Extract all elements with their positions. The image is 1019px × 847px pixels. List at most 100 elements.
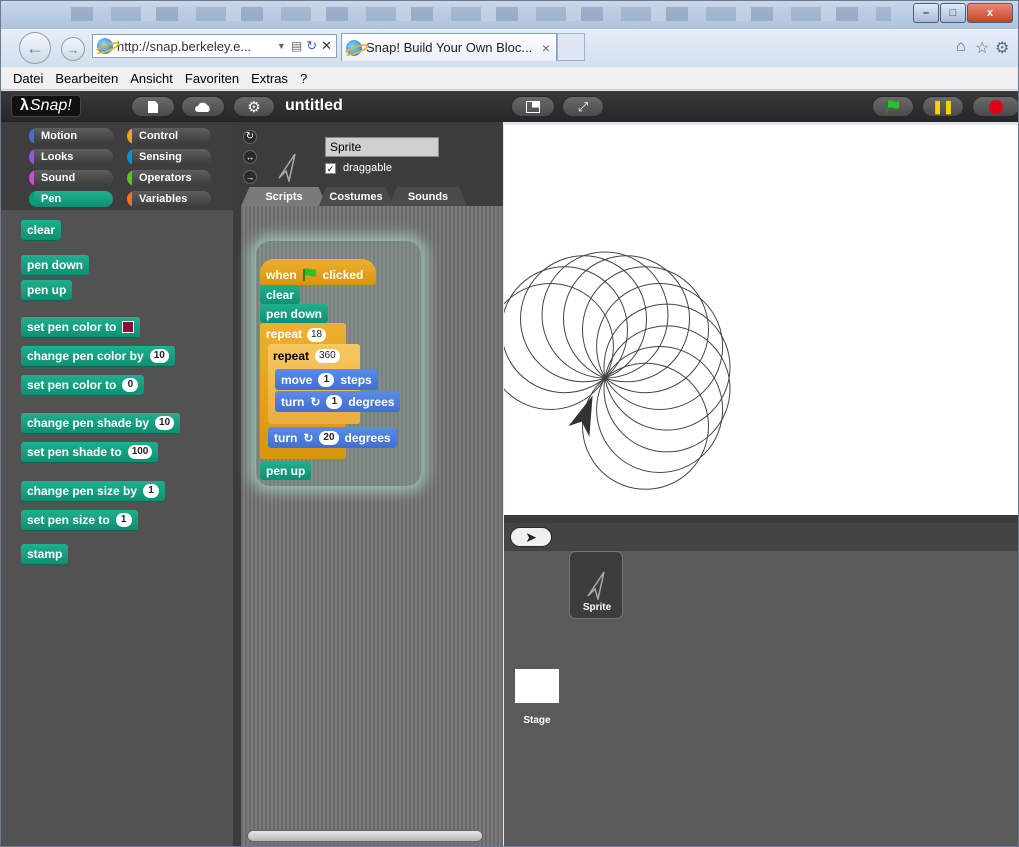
cloud-button[interactable] xyxy=(181,96,225,117)
tab-costumes[interactable]: Costumes xyxy=(319,187,393,206)
menu-favoriten[interactable]: Favoriten xyxy=(185,71,239,86)
search-dropdown-icon[interactable]: ▼ xyxy=(277,41,286,51)
menu-extras[interactable]: Extras xyxy=(251,71,288,86)
repeat-count-slot[interactable]: 360 xyxy=(315,349,340,363)
category-operators[interactable]: Operators xyxy=(127,170,211,186)
block-change-pen-size[interactable]: change pen size by 1 xyxy=(21,481,166,501)
tab-sounds[interactable]: Sounds xyxy=(389,187,467,206)
tab-close-icon[interactable]: × xyxy=(542,40,550,56)
sprite-turtle-arrow xyxy=(568,395,593,437)
refresh-icon[interactable]: ↻ xyxy=(306,38,317,54)
maximize-button[interactable]: □ xyxy=(940,3,966,23)
script-turn-inner[interactable]: turn ↻ 1 degrees xyxy=(275,391,401,412)
stop-icon[interactable]: ✕ xyxy=(321,38,332,54)
sprite-name-field[interactable]: Sprite xyxy=(325,137,439,157)
home-icon[interactable]: ⌂ xyxy=(956,38,966,56)
stage[interactable] xyxy=(486,125,1018,515)
script-turn-outer[interactable]: turn ↻ 20 degrees xyxy=(268,427,397,448)
category-label: Variables xyxy=(139,193,188,205)
menu-ansicht[interactable]: Ansicht xyxy=(130,71,173,86)
block-change-pen-color[interactable]: change pen color by 10 xyxy=(21,346,175,366)
block-label: stamp xyxy=(27,547,63,561)
script-move[interactable]: move 1 steps xyxy=(275,369,378,390)
block-set-pen-shade[interactable]: set pen shade to 100 xyxy=(21,442,159,462)
forward-icon[interactable]: → xyxy=(61,37,85,61)
menu-help[interactable]: ? xyxy=(300,71,307,86)
category-label: Sensing xyxy=(139,151,182,163)
scripts-left-border xyxy=(233,206,241,846)
normal-stage-icon xyxy=(526,100,540,113)
category-motion[interactable]: Motion xyxy=(29,128,113,144)
category-looks[interactable]: Looks xyxy=(29,149,113,165)
number-slot[interactable]: 1 xyxy=(318,372,335,387)
number-slot[interactable]: 1 xyxy=(326,394,343,409)
block-clear[interactable]: clear xyxy=(21,220,62,240)
category-variables[interactable]: Variables xyxy=(127,191,211,207)
script-pen-down[interactable]: pen down xyxy=(260,304,328,323)
tab-title: Snap! Build Your Own Bloc... xyxy=(366,40,533,55)
number-slot[interactable]: 0 xyxy=(122,378,139,392)
close-button[interactable]: x xyxy=(967,3,1013,23)
block-pen-up[interactable]: pen up xyxy=(21,280,73,300)
repeat-count-slot[interactable]: 18 xyxy=(307,328,327,342)
tab-scripts[interactable]: Scripts xyxy=(241,187,327,206)
rotation-style-none-icon[interactable]: → xyxy=(243,170,257,184)
number-slot[interactable]: 10 xyxy=(155,416,175,430)
script-clear[interactable]: clear xyxy=(260,285,301,304)
block-pen-down[interactable]: pen down xyxy=(21,255,89,275)
scripts-horizontal-scrollbar[interactable] xyxy=(247,830,483,842)
number-slot[interactable]: 1 xyxy=(115,513,132,527)
rotation-style-rotate-icon[interactable]: ↻ xyxy=(243,130,257,144)
stop-button[interactable] xyxy=(972,96,1018,117)
script-pen-up[interactable]: pen up xyxy=(260,461,312,480)
project-title: untitled xyxy=(285,97,343,114)
block-label: change pen color by xyxy=(27,349,144,363)
turtle-arrow-icon: ➤ xyxy=(525,528,537,545)
rotation-style-flip-icon[interactable]: ↔ xyxy=(243,150,257,164)
add-sprite-button[interactable]: ➤ xyxy=(510,527,552,547)
sprite-thumbnail[interactable]: Sprite xyxy=(569,551,623,619)
settings-button[interactable]: ⚙ xyxy=(233,96,275,117)
address-bar[interactable]: http://snap.berkeley.e... ▼ ▤ ↻ ✕ xyxy=(92,34,337,58)
stage-thumbnail[interactable] xyxy=(515,669,559,703)
stage-size-button[interactable] xyxy=(511,96,555,117)
block-stamp[interactable]: stamp xyxy=(21,544,69,564)
green-flag-button[interactable] xyxy=(872,96,914,117)
block-set-pen-size[interactable]: set pen size to 1 xyxy=(21,510,138,530)
category-pen[interactable]: Pen xyxy=(29,191,113,207)
favorites-icon[interactable]: ☆ xyxy=(975,38,989,58)
minimize-button[interactable]: – xyxy=(913,3,939,23)
stop-sign-icon xyxy=(989,99,1003,114)
compat-view-icon[interactable]: ▤ xyxy=(291,39,302,53)
category-sound[interactable]: Sound xyxy=(29,170,113,186)
number-slot[interactable]: 100 xyxy=(127,445,153,459)
category-sensing[interactable]: Sensing xyxy=(127,149,211,165)
gear-icon[interactable]: ⚙ xyxy=(995,38,1009,58)
block-set-pen-color-number[interactable]: set pen color to 0 xyxy=(21,375,145,395)
draggable-label: draggable xyxy=(343,162,392,174)
menu-bearbeiten[interactable]: Bearbeiten xyxy=(55,71,118,86)
category-control[interactable]: Control xyxy=(127,128,211,144)
block-change-pen-shade[interactable]: change pen shade by 10 xyxy=(21,413,181,433)
menu-datei[interactable]: Datei xyxy=(13,71,43,86)
block-palette: Motion Control Looks Sensing Sound Opera… xyxy=(1,122,233,846)
new-tab-button[interactable] xyxy=(557,33,585,61)
script-when-flag-clicked[interactable]: when clicked xyxy=(260,259,376,285)
number-slot[interactable]: 10 xyxy=(149,349,169,363)
number-slot[interactable]: 1 xyxy=(143,484,160,498)
hat-clicked-label: clicked xyxy=(322,268,364,282)
block-set-pen-color-swatch[interactable]: set pen color to xyxy=(21,317,141,337)
block-label: turn xyxy=(274,430,298,445)
snap-logo[interactable]: λ Snap! xyxy=(11,95,81,117)
file-menu-button[interactable] xyxy=(131,96,175,117)
pause-button[interactable]: ❚❚ xyxy=(922,96,964,117)
back-icon[interactable]: ← xyxy=(19,32,51,64)
color-swatch[interactable] xyxy=(122,321,135,333)
block-label: change pen shade by xyxy=(27,416,150,430)
tab-snap[interactable]: Snap! Build Your Own Bloc... × xyxy=(341,33,557,61)
presentation-mode-button[interactable]: ⤢ xyxy=(562,96,604,117)
green-flag-icon xyxy=(886,99,899,113)
number-slot[interactable]: 20 xyxy=(319,430,339,445)
draggable-checkbox[interactable]: ✓ xyxy=(325,163,336,174)
block-label: move xyxy=(281,372,313,387)
